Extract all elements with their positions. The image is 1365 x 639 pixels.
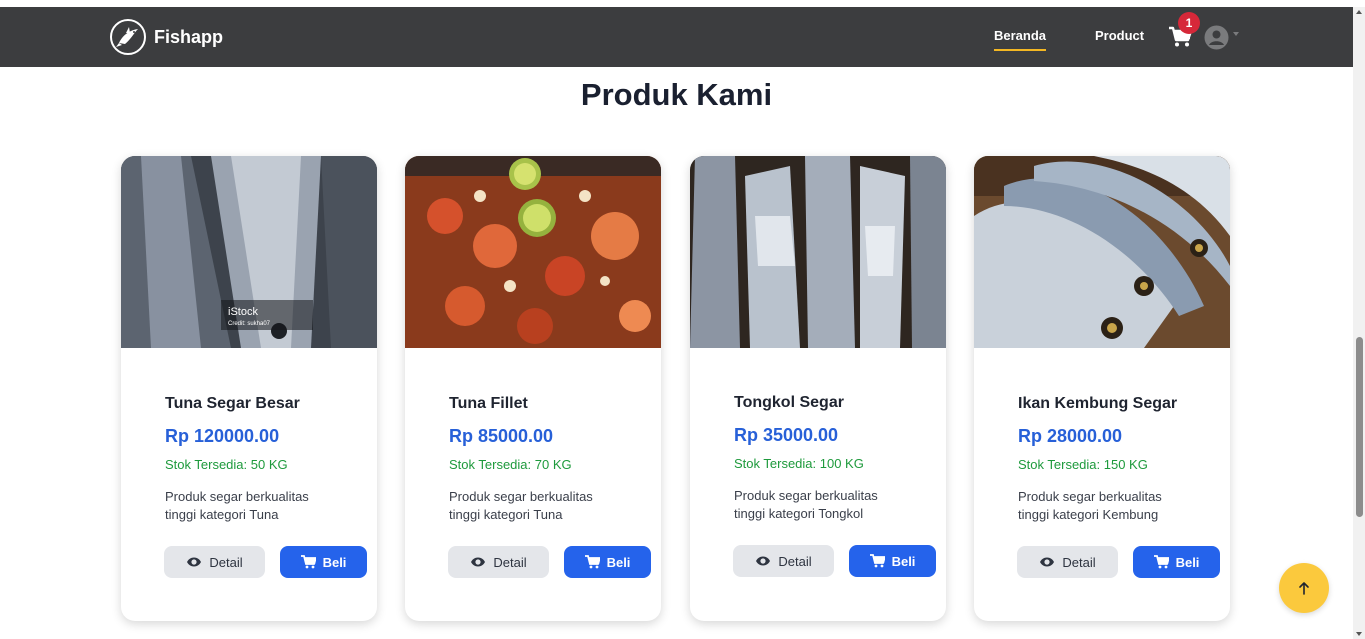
buy-button-label: Beli (1175, 554, 1200, 570)
page-scrollbar[interactable] (1353, 7, 1365, 639)
eye-icon (1040, 557, 1055, 567)
product-name: Ikan Kembung Segar (1018, 395, 1178, 412)
nav-product[interactable]: Product (1095, 28, 1144, 43)
detail-button-label: Detail (493, 554, 527, 570)
product-name: Tongkol Segar (734, 394, 844, 411)
eye-icon (471, 557, 486, 567)
eye-icon (187, 557, 202, 567)
product-image (405, 156, 661, 348)
buy-button-label: Beli (606, 554, 631, 570)
page-title: Produk Kami (580, 77, 773, 112)
product-description: Produk segar berkualitas tinggi kategori… (165, 489, 309, 522)
product-description: Produk segar berkualitas tinggi kategori… (449, 489, 593, 522)
fish-logo-icon (110, 19, 146, 55)
product-description: Produk segar berkualitas tinggi kategori… (734, 488, 878, 521)
buy-button-label: Beli (322, 554, 347, 570)
product-card: Tuna Fillet Rp 85000.00 Stok Tersedia: 7… (405, 156, 661, 621)
detail-button[interactable]: Detail (733, 545, 834, 577)
product-stock: Stok Tersedia: 100 KG (734, 456, 864, 471)
product-description: Produk segar berkualitas tinggi kategori… (1018, 489, 1162, 522)
image-watermark: iStock (228, 306, 258, 318)
product-name: Tuna Fillet (449, 395, 528, 412)
browser-top-strip (0, 0, 1365, 7)
scroll-down-arrow-icon[interactable] (1356, 632, 1362, 636)
buy-button[interactable]: Beli (1133, 546, 1220, 578)
eye-icon (756, 556, 771, 566)
buy-button[interactable]: Beli (849, 545, 936, 577)
product-name: Tuna Segar Besar (165, 395, 300, 412)
user-avatar-icon[interactable] (1204, 25, 1229, 50)
product-price: Rp 85000.00 (449, 426, 554, 446)
scroll-to-top-button[interactable] (1279, 563, 1329, 613)
cart-icon (584, 555, 600, 569)
cart-icon (300, 555, 316, 569)
buy-button[interactable]: Beli (564, 546, 651, 578)
product-price: Rp 120000.00 (165, 426, 280, 446)
product-stock: Stok Tersedia: 50 KG (165, 457, 288, 472)
chevron-down-icon[interactable] (1233, 32, 1239, 36)
brand[interactable]: Fishapp (110, 19, 223, 55)
product-price: Rp 35000.00 (734, 425, 839, 445)
product-stock: Stok Tersedia: 150 KG (1018, 457, 1148, 472)
product-price: Rp 28000.00 (1018, 426, 1123, 446)
product-card: iStock Credit: sukha07 Tuna Segar Besar … (121, 156, 377, 621)
cart-count-badge: 1 (1178, 12, 1200, 34)
detail-button-label: Detail (778, 553, 812, 569)
detail-button-label: Detail (209, 554, 243, 570)
detail-button[interactable]: Detail (164, 546, 265, 578)
product-image (974, 156, 1230, 348)
scroll-up-arrow-icon[interactable] (1356, 10, 1362, 14)
brand-name: Fishapp (154, 26, 224, 47)
navbar: Fishapp Beranda Product 1 (0, 7, 1353, 67)
product-image: iStock Credit: sukha07 (121, 156, 377, 348)
detail-button[interactable]: Detail (448, 546, 549, 578)
nav-beranda[interactable]: Beranda (994, 28, 1047, 51)
cart-icon (869, 554, 885, 568)
detail-button-label: Detail (1062, 554, 1096, 570)
detail-button[interactable]: Detail (1017, 546, 1118, 578)
buy-button[interactable]: Beli (280, 546, 367, 578)
product-card: Tongkol Segar Rp 35000.00 Stok Tersedia:… (690, 156, 946, 621)
image-credit: Credit: sukha07 (228, 321, 271, 327)
arrow-up-icon (1299, 582, 1309, 595)
product-image (690, 156, 946, 348)
product-stock: Stok Tersedia: 70 KG (449, 457, 572, 472)
scroll-thumb[interactable] (1356, 337, 1363, 517)
buy-button-label: Beli (891, 553, 916, 569)
cart-icon (1153, 555, 1169, 569)
product-card: Ikan Kembung Segar Rp 28000.00 Stok Ters… (974, 156, 1230, 621)
